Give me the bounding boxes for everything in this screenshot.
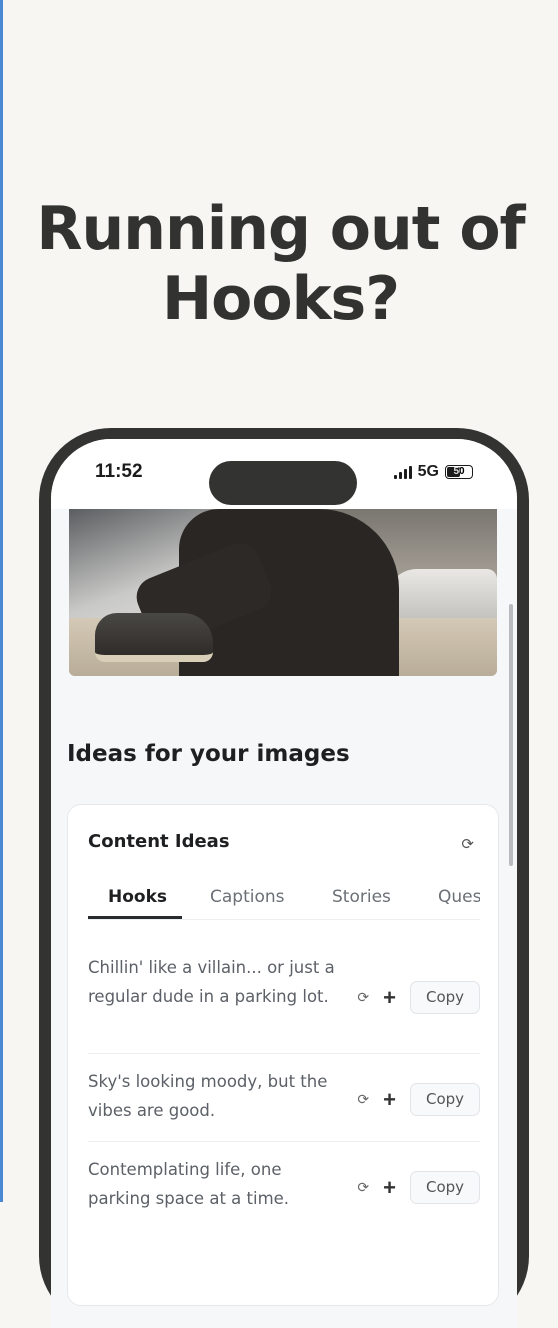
network-label: 5G	[417, 463, 439, 480]
list-item: Sky's looking moody, but the vibes are g…	[88, 1053, 480, 1142]
plus-icon[interactable]: +	[383, 1088, 396, 1111]
refresh-icon[interactable]: ⟳	[461, 835, 474, 853]
battery-icon: 50	[445, 465, 473, 479]
refresh-icon[interactable]: ⟳	[357, 1091, 369, 1108]
headline-line-2: Hooks?	[161, 264, 400, 334]
refresh-icon[interactable]: ⟳	[357, 1179, 369, 1196]
copy-button[interactable]: Copy	[410, 1171, 480, 1204]
tab-hooks[interactable]: Hooks	[108, 887, 167, 907]
idea-actions: ⟳ + Copy	[357, 1083, 480, 1116]
copy-button[interactable]: Copy	[410, 981, 480, 1014]
plus-icon[interactable]: +	[383, 986, 396, 1009]
phone-frame: 11:52 5G 50 Ideas for your images Conten…	[39, 428, 529, 1328]
status-indicators: 5G 50	[393, 463, 473, 481]
section-title: Ideas for your images	[67, 741, 350, 767]
idea-actions: ⟳ + Copy	[357, 981, 480, 1014]
battery-level: 50	[453, 466, 465, 477]
tab-stories[interactable]: Stories	[332, 887, 391, 907]
idea-text: Sky's looking moody, but the vibes are g…	[88, 1072, 328, 1120]
list-item: Chillin' like a villain... or just a reg…	[88, 945, 480, 1054]
list-item: Contemplating life, one parking space at…	[88, 1141, 480, 1261]
scrollbar[interactable]	[509, 604, 513, 866]
idea-text: Chillin' like a villain... or just a reg…	[88, 958, 335, 1006]
refresh-icon[interactable]: ⟳	[357, 989, 369, 1006]
content-ideas-card: Content Ideas ⟳ Hooks Captions Stories Q…	[67, 804, 499, 1306]
idea-actions: ⟳ + Copy	[357, 1171, 480, 1204]
plus-icon[interactable]: +	[383, 1176, 396, 1199]
idea-tabs: Hooks Captions Stories Ques	[88, 879, 480, 920]
tab-questions[interactable]: Ques	[438, 887, 480, 907]
active-tab-indicator	[88, 916, 182, 919]
phone-screen: 11:52 5G 50 Ideas for your images Conten…	[51, 439, 517, 1328]
dynamic-island	[209, 461, 357, 505]
copy-button[interactable]: Copy	[410, 1083, 480, 1116]
status-bar: 11:52 5G 50	[51, 439, 517, 509]
headline-line-1: Running out of	[36, 194, 525, 264]
card-title: Content Ideas	[88, 831, 230, 852]
signal-icon	[393, 465, 412, 479]
idea-text: Contemplating life, one parking space at…	[88, 1160, 290, 1208]
uploaded-image	[69, 509, 497, 676]
tab-captions[interactable]: Captions	[210, 887, 285, 907]
promo-headline: Running out of Hooks?	[3, 194, 558, 334]
status-time: 11:52	[95, 461, 143, 482]
